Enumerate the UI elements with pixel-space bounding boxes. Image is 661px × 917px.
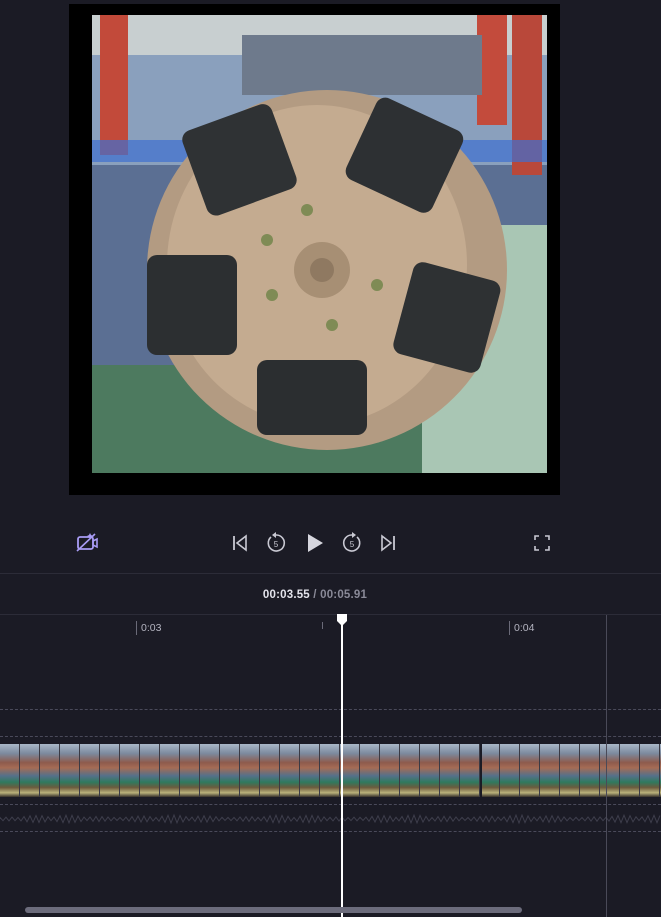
preview-area: 5 5 <box>0 0 661 573</box>
clip-thumbnail <box>300 744 320 797</box>
clip-thumbnail <box>160 744 180 797</box>
time-separator: / <box>309 589 321 601</box>
clip-thumbnail <box>480 744 500 797</box>
ruler-label-4s: 0:04 <box>514 622 535 634</box>
track-separator <box>0 736 661 737</box>
clip-thumbnail <box>460 744 480 797</box>
ruler-tick <box>136 621 137 635</box>
clip-thumbnail <box>200 744 220 797</box>
video-frame <box>69 4 560 495</box>
clip-thumbnail <box>320 744 340 797</box>
rewind-5-label: 5 <box>274 540 279 549</box>
clip-thumbnail <box>520 744 540 797</box>
ruler-tick <box>509 621 510 635</box>
track-separator <box>0 831 661 832</box>
ruler-label-3s: 0:03 <box>141 622 162 634</box>
playhead-line[interactable] <box>341 621 343 917</box>
clip-thumbnail <box>220 744 240 797</box>
track-separator <box>0 804 661 805</box>
playhead-handle[interactable] <box>335 613 349 627</box>
clip-thumbnail <box>440 744 460 797</box>
time-readout: 00:03.55 / 00:05.91 <box>0 589 630 601</box>
skip-forward-icon[interactable] <box>375 530 401 556</box>
video-preview[interactable] <box>92 15 547 473</box>
clip-thumbnail <box>120 744 140 797</box>
clip-thumbnail <box>620 744 640 797</box>
player-controls: 5 5 <box>0 520 661 566</box>
clip-thumbnail <box>40 744 60 797</box>
clip-split <box>480 744 482 797</box>
clip-thumbnail <box>100 744 120 797</box>
clip-thumbnail <box>560 744 580 797</box>
clip-thumbnail <box>600 744 620 797</box>
clip-thumbnail <box>340 744 360 797</box>
camera-sparkle-icon[interactable] <box>74 530 100 556</box>
clip-thumbnail <box>500 744 520 797</box>
clip-thumbnail <box>380 744 400 797</box>
clip-thumbnail <box>0 744 20 797</box>
current-time: 00:03.55 <box>262 589 310 601</box>
skip-back-icon[interactable] <box>227 530 253 556</box>
clip-thumbnail <box>540 744 560 797</box>
video-clip-track[interactable] <box>0 744 661 797</box>
timeline-ruler[interactable]: 0:03 0:04 <box>0 614 661 641</box>
clip-thumbnail <box>20 744 40 797</box>
forward-5-icon[interactable]: 5 <box>339 530 365 556</box>
clip-thumbnail <box>280 744 300 797</box>
rewind-5-icon[interactable]: 5 <box>263 530 289 556</box>
total-time: 00:05.91 <box>320 589 368 601</box>
clip-thumbnail <box>260 744 280 797</box>
clip-thumbnail <box>580 744 600 797</box>
clip-thumbnail <box>140 744 160 797</box>
track-separator <box>0 709 661 710</box>
clip-thumbnail <box>640 744 660 797</box>
clip-thumbnail <box>80 744 100 797</box>
play-icon[interactable] <box>302 530 328 556</box>
timeline-end-marker <box>606 615 607 917</box>
clip-thumbnail <box>420 744 440 797</box>
timeline-horizontal-scrollbar[interactable] <box>25 907 522 913</box>
clip-thumbnail <box>60 744 80 797</box>
clip-thumbnail <box>240 744 260 797</box>
clip-thumbnail <box>180 744 200 797</box>
fullscreen-icon[interactable] <box>529 530 555 556</box>
timeline: 00:03.55 / 00:05.91 0:03 0:04 <box>0 573 661 917</box>
audio-track[interactable] <box>0 806 661 832</box>
ruler-minor-tick <box>322 622 323 629</box>
clip-thumbnail <box>360 744 380 797</box>
clip-thumbnail <box>400 744 420 797</box>
forward-5-label: 5 <box>350 540 355 549</box>
audio-waveform <box>0 813 661 825</box>
video-frame-image <box>92 15 547 473</box>
